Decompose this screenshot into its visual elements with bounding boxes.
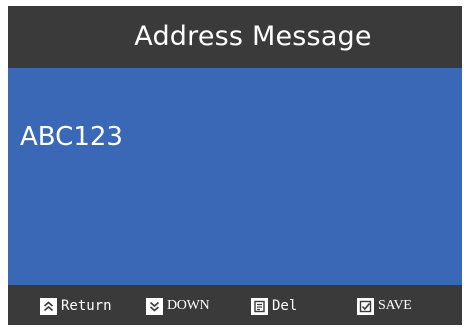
return-key[interactable]: Return: [40, 297, 112, 315]
double-chevron-up-icon: [40, 297, 57, 315]
content-area: ABC123: [8, 68, 462, 285]
softkey-bar: Return DOWN Del SAVE: [8, 285, 462, 325]
down-key[interactable]: DOWN: [146, 297, 210, 315]
down-key-label: DOWN: [167, 298, 210, 313]
del-key[interactable]: Del: [251, 297, 297, 315]
save-key[interactable]: SAVE: [357, 297, 412, 315]
address-value: ABC123: [20, 122, 123, 152]
save-key-label: SAVE: [378, 298, 412, 313]
checkbox-icon: [357, 297, 374, 315]
del-key-label: Del: [272, 298, 298, 314]
document-icon: [251, 297, 268, 315]
return-key-label: Return: [61, 298, 112, 314]
device-screen: Address Message ABC123 Return DOWN Del S…: [8, 6, 462, 325]
page-title: Address Message: [8, 6, 462, 68]
double-chevron-down-icon: [146, 297, 163, 315]
